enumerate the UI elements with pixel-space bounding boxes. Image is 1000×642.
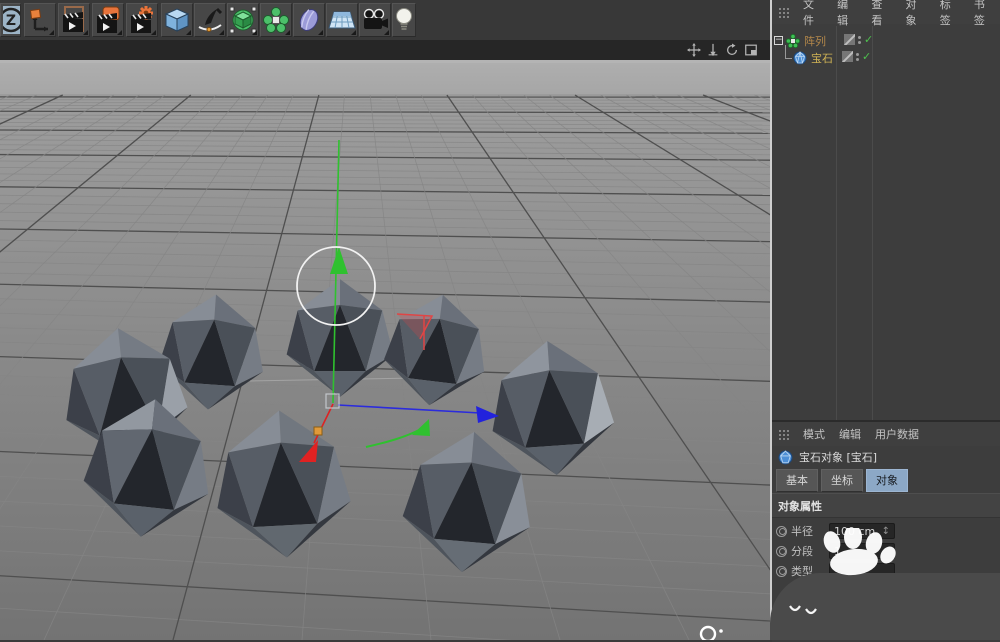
enabled-check[interactable]: ✓ [862, 51, 871, 62]
om-menu-bookmarks[interactable]: 书签 [974, 0, 994, 28]
cube-icon [164, 7, 190, 33]
keyframe-circle[interactable] [776, 546, 787, 557]
paw-watermark [818, 528, 898, 578]
tab-coordinates[interactable]: 坐标 [821, 469, 863, 492]
add-cube-button[interactable] [161, 3, 193, 37]
spline-pen-button[interactable] [194, 3, 226, 37]
object-title: 宝石对象 [宝石] [799, 449, 877, 465]
gem-icon [778, 450, 793, 465]
gem-icon [793, 51, 807, 65]
om-menu-edit[interactable]: 编辑 [837, 0, 857, 28]
attribute-tabs: 基本 坐标 对象 [772, 468, 1000, 493]
object-manager-menubar: 文件 编辑 查看 对象 标签 书签 [772, 0, 1000, 24]
viewport-canvas[interactable] [0, 63, 770, 640]
render-view-icon [61, 6, 87, 34]
layer-swatch[interactable] [842, 51, 853, 62]
attribute-object-header: 宝石对象 [宝石] [772, 446, 1000, 468]
tree-elbow [780, 49, 792, 66]
visibility-dots[interactable] [858, 36, 861, 44]
object-row-array[interactable]: − 阵列 ✓ [774, 32, 826, 49]
render-to-picture-viewer-icon [95, 6, 121, 34]
object-list: − 阵列 ✓ 宝石 [772, 26, 1000, 420]
om-menu-view[interactable]: 查看 [871, 0, 891, 28]
render-settings-icon [129, 6, 155, 34]
am-menu-edit[interactable]: 编辑 [839, 426, 861, 442]
keyframe-circle[interactable] [776, 526, 787, 537]
object-row-gem[interactable]: 宝石 ✓ [780, 49, 833, 66]
om-column-divider [872, 26, 873, 420]
generators-button[interactable] [227, 3, 259, 37]
floor-grid-icon [328, 8, 356, 32]
subdivision-surface-icon [230, 7, 256, 33]
section-header: 对象属性 [772, 493, 1000, 518]
rotate-view-icon[interactable] [725, 43, 739, 57]
array-tool-icon [263, 7, 289, 33]
array-icon [786, 34, 800, 48]
render-settings-button[interactable] [126, 3, 158, 37]
gizmo-plane-handle[interactable] [314, 427, 322, 435]
visibility-dots[interactable] [856, 53, 859, 61]
environment-floor-button[interactable] [326, 3, 358, 37]
expand-toggle[interactable]: − [774, 36, 783, 45]
deformer-shell-icon [296, 7, 322, 33]
om-menu-objects[interactable]: 对象 [906, 0, 926, 28]
tab-object[interactable]: 对象 [866, 469, 908, 492]
object-name[interactable]: 阵列 [804, 33, 826, 49]
render-view-button[interactable] [58, 3, 90, 37]
toggle-view-icon[interactable] [744, 43, 758, 57]
light-bulb-icon [394, 7, 414, 33]
watermark-squiggles [788, 600, 828, 620]
panel-grip-icon[interactable] [778, 429, 789, 440]
spline-pen-icon [197, 7, 223, 33]
enabled-check[interactable]: ✓ [864, 34, 873, 45]
axis-tool-button[interactable] [24, 3, 56, 37]
deformers-button[interactable] [293, 3, 325, 37]
tab-basic[interactable]: 基本 [776, 469, 818, 492]
light-button[interactable] [392, 3, 416, 37]
app-logo-icon: Z [3, 5, 21, 35]
camera-button[interactable] [359, 3, 391, 37]
axis-tool-icon [28, 8, 52, 32]
zoom-view-icon[interactable] [706, 43, 720, 57]
camera-icon [361, 8, 389, 32]
main-toolbar: Z [0, 0, 770, 40]
am-menu-mode[interactable]: 模式 [803, 426, 825, 442]
attribute-menubar: 模式 编辑 用户数据 [772, 422, 1000, 446]
app-logo-button[interactable]: Z [0, 3, 21, 37]
svg-text:Z: Z [6, 13, 16, 29]
render-to-picture-viewer-button[interactable] [92, 3, 124, 37]
am-menu-userdata[interactable]: 用户数据 [875, 426, 919, 442]
pan-view-icon[interactable] [687, 43, 701, 57]
om-column-divider [836, 26, 837, 420]
object-name[interactable]: 宝石 [811, 50, 833, 66]
keyframe-circle[interactable] [776, 566, 787, 577]
om-menu-file[interactable]: 文件 [803, 0, 823, 28]
layer-swatch[interactable] [844, 34, 855, 45]
panel-grip-icon[interactable] [778, 7, 789, 18]
modeling-objects-button[interactable] [260, 3, 292, 37]
viewport-titlebar [0, 40, 770, 60]
om-menu-tags[interactable]: 标签 [940, 0, 960, 28]
